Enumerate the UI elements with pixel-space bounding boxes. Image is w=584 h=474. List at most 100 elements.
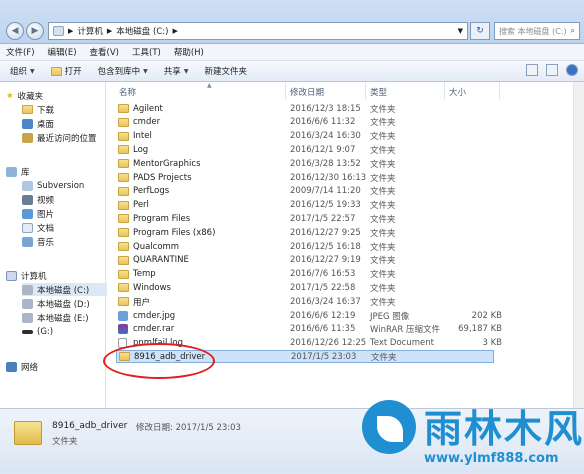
file-row[interactable]: Program Files (x86) 2016/12/27 9:25 文件夹 xyxy=(116,226,494,239)
nav-libraries[interactable]: 库 xyxy=(6,165,96,178)
nav-documents[interactable]: 文档 xyxy=(22,221,112,234)
organize-button[interactable]: 组织 ▼ xyxy=(10,65,35,77)
menu-view[interactable]: 查看(V) xyxy=(90,46,119,58)
nav-videos[interactable]: 视频 xyxy=(22,193,112,206)
file-row[interactable]: PerfLogs 2009/7/14 11:20 文件夹 xyxy=(116,185,494,198)
file-type: 文件夹 xyxy=(370,201,396,212)
folder-large-icon xyxy=(14,421,42,445)
nav-favorites[interactable]: ★ 收藏夹 xyxy=(6,89,96,102)
nav-drive-g[interactable]: (G:) xyxy=(22,325,112,338)
file-row[interactable]: Perl 2016/12/5 19:33 文件夹 xyxy=(116,199,494,212)
file-row[interactable]: Program Files 2017/1/5 22:57 文件夹 xyxy=(116,212,494,225)
file-row[interactable]: 用户 2016/3/24 16:37 文件夹 xyxy=(116,295,494,308)
desktop-icon xyxy=(22,118,33,129)
nav-label: 本地磁盘 (E:) xyxy=(37,313,89,324)
refresh-button[interactable]: ↻ xyxy=(470,22,490,40)
back-button[interactable]: ◀ xyxy=(6,22,24,40)
breadcrumb-computer[interactable]: 计算机 xyxy=(77,25,103,37)
scrollbar[interactable] xyxy=(573,82,584,408)
share-label: 共享 xyxy=(163,67,181,77)
file-date: 2016/3/24 16:30 xyxy=(290,131,361,142)
address-bar[interactable]: ▶ 计算机 ▶ 本地磁盘 (C:) ▶ ▼ xyxy=(48,22,468,40)
nav-pictures[interactable]: 图片 xyxy=(22,207,112,220)
nav-subversion[interactable]: Subversion xyxy=(22,179,112,192)
file-row[interactable]: cmder 2016/6/6 11:32 文件夹 xyxy=(116,116,494,129)
forward-button[interactable]: ▶ xyxy=(26,22,44,40)
folder-icon xyxy=(118,297,129,307)
file-date: 2016/12/5 19:33 xyxy=(290,200,361,211)
column-divider[interactable] xyxy=(285,82,286,100)
file-row[interactable]: PADS Projects 2016/12/30 16:13 文件夹 xyxy=(116,171,494,184)
watermark-logo: 雨林木风 www.ylmf888.com xyxy=(360,396,584,474)
file-row[interactable]: QUARANTINE 2016/12/27 9:19 文件夹 xyxy=(116,254,494,267)
search-input[interactable]: 搜索 本地磁盘 (C:) ⌕ xyxy=(494,22,580,40)
file-date: 2016/12/5 16:18 xyxy=(290,241,361,252)
nav-label: 文档 xyxy=(37,223,55,234)
file-row[interactable]: Qualcomm 2016/12/5 16:18 文件夹 xyxy=(116,240,494,253)
open-button[interactable]: 打开 xyxy=(50,65,82,77)
file-row[interactable]: cmder.rar 2016/6/6 11:35 WinRAR 压缩文件 69,187… xyxy=(116,323,502,336)
new-folder-button[interactable]: 新建文件夹 xyxy=(204,65,247,77)
column-header-name[interactable]: 名称 xyxy=(119,86,136,98)
folder-icon xyxy=(118,173,129,182)
organize-label: 组织 xyxy=(10,67,28,77)
nav-drive-c[interactable]: 本地磁盘 (C:) xyxy=(22,283,112,296)
share-button[interactable]: 共享 ▼ xyxy=(164,65,189,77)
menu-file[interactable]: 文件(F) xyxy=(6,46,35,58)
file-type: JPEG 图像 xyxy=(370,311,410,322)
file-row[interactable]: MentorGraphics 2016/3/28 13:52 文件夹 xyxy=(116,157,494,170)
nav-music[interactable]: 音乐 xyxy=(22,235,112,248)
column-divider[interactable] xyxy=(499,82,500,100)
menu-tools[interactable]: 工具(T) xyxy=(132,46,161,58)
file-date: 2016/12/26 12:25 xyxy=(290,338,367,349)
nav-computer[interactable]: 计算机 xyxy=(6,269,96,282)
nav-desktop[interactable]: 桌面 xyxy=(22,117,112,130)
help-icon[interactable] xyxy=(566,64,578,76)
nav-network[interactable]: 网络 xyxy=(6,360,96,373)
file-date: 2016/6/6 12:19 xyxy=(290,310,356,321)
nav-downloads[interactable]: 下载 xyxy=(22,103,112,116)
file-name: Windows xyxy=(133,282,171,293)
nav-drive-e[interactable]: 本地磁盘 (E:) xyxy=(22,311,112,324)
file-row[interactable]: cmder.jpg 2016/6/6 12:19 JPEG 图像 202 KB xyxy=(116,309,502,322)
file-name: QUARANTINE xyxy=(133,255,189,266)
file-row[interactable]: Intel 2016/3/24 16:30 文件夹 xyxy=(116,130,494,143)
column-header-date[interactable]: 修改日期 xyxy=(290,86,324,98)
folder-icon xyxy=(118,186,129,196)
folder-icon xyxy=(118,214,129,224)
menu-edit[interactable]: 编辑(E) xyxy=(48,46,77,58)
nav-recent[interactable]: 最近访问的位置 xyxy=(22,131,112,144)
menu-help[interactable]: 帮助(H) xyxy=(174,46,204,58)
breadcrumb-separator-icon: ▶ xyxy=(106,27,113,35)
column-divider[interactable] xyxy=(365,82,366,100)
file-type: Text Document xyxy=(370,338,434,349)
downloads-icon xyxy=(22,105,33,114)
file-name: Program Files (x86) xyxy=(133,227,216,238)
folder-icon xyxy=(118,255,129,265)
file-date: 2016/3/28 13:52 xyxy=(290,158,361,169)
nav-label: 计算机 xyxy=(21,271,47,282)
command-bar: 组织 ▼ 打开 包含到库中 ▼ 共享 ▼ 新建文件夹 xyxy=(0,61,584,82)
leaf-icon xyxy=(377,416,403,442)
view-options-icon[interactable] xyxy=(526,64,538,76)
file-row[interactable]: Log 2016/12/1 9:07 文件夹 xyxy=(116,143,494,156)
file-row[interactable]: Agilent 2016/12/3 18:15 文件夹 xyxy=(116,102,494,115)
column-header-type[interactable]: 类型 xyxy=(370,86,387,98)
file-name: Perl xyxy=(133,200,149,211)
file-type: 文件夹 xyxy=(370,132,396,143)
file-type: 文件夹 xyxy=(371,352,397,363)
include-library-button[interactable]: 包含到库中 ▼ xyxy=(98,65,148,77)
file-date: 2016/12/27 9:25 xyxy=(290,227,361,238)
file-row[interactable]: Windows 2017/1/5 22:58 文件夹 xyxy=(116,281,494,294)
address-dropdown-icon[interactable]: ▼ xyxy=(458,27,463,35)
details-type: 文件夹 xyxy=(52,437,78,447)
file-row[interactable]: Temp 2016/7/6 16:53 文件夹 xyxy=(116,268,494,281)
watermark-title: 雨林木风 xyxy=(424,407,584,451)
preview-pane-icon[interactable] xyxy=(546,64,558,76)
nav-drive-d[interactable]: 本地磁盘 (D:) xyxy=(22,297,112,310)
column-divider[interactable] xyxy=(444,82,445,100)
folder-icon xyxy=(118,269,129,279)
new-folder-label: 新建文件夹 xyxy=(204,67,247,77)
column-header-size[interactable]: 大小 xyxy=(449,86,466,98)
breadcrumb-drive[interactable]: 本地磁盘 (C:) xyxy=(116,25,168,37)
